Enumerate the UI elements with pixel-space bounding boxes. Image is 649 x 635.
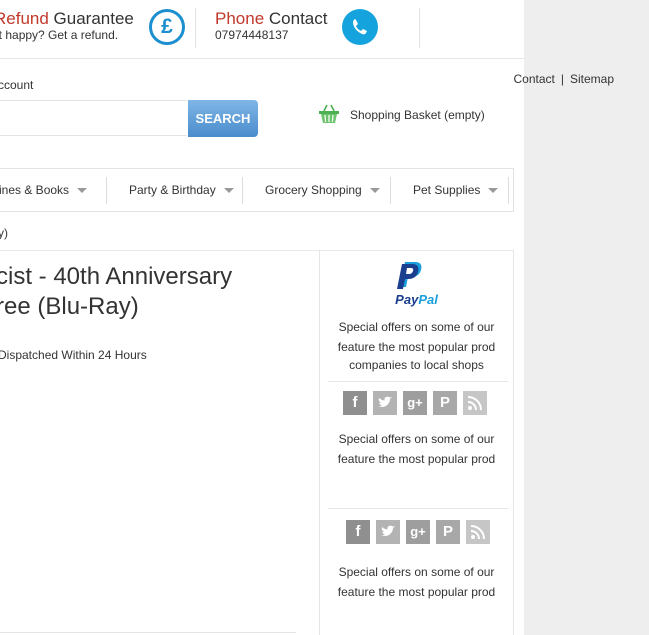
header-divider (195, 8, 196, 48)
sidebar-text-block: Special offers on some of our feature th… (337, 565, 496, 599)
shopping-basket-icon[interactable] (318, 104, 340, 124)
sidebar-text-block: Special offers on some of our feature th… (337, 320, 496, 372)
pinterest-icon[interactable]: P (433, 391, 457, 415)
nav-divider (508, 177, 509, 204)
my-account-link[interactable]: ccount (0, 78, 33, 92)
nav-item-magazines-books[interactable]: zines & Books (0, 169, 88, 211)
nav-divider (106, 177, 107, 204)
sidebar: PayPal Special offers on some of our fea… (319, 250, 514, 635)
contact-link[interactable]: Contact (513, 72, 554, 86)
shopping-basket-link[interactable]: Shopping Basket (empty) (350, 108, 485, 122)
social-icons-row: f g+ P (346, 520, 494, 544)
chevron-down-icon (369, 188, 380, 194)
google-plus-icon[interactable]: g+ (403, 391, 427, 415)
phone-number[interactable]: 07974448137 (215, 28, 288, 42)
facebook-icon[interactable]: f (343, 391, 367, 415)
header-divider (419, 8, 420, 48)
nav-divider (390, 177, 391, 204)
twitter-icon[interactable] (373, 391, 397, 415)
twitter-icon[interactable] (376, 520, 400, 544)
nav-item-party-birthday[interactable]: Party & Birthday (129, 169, 234, 211)
sidebar-divider (328, 508, 508, 509)
top-links: Contact | Sitemap (513, 72, 614, 86)
paypal-logo-icon (396, 260, 426, 294)
search-button[interactable]: SEARCH (188, 100, 258, 137)
phone-contact-title: Phone Contact (215, 9, 328, 28)
product-title: cist - 40th Anniversary ree (Blu-Ray) (0, 263, 233, 320)
pound-icon: £ (149, 9, 185, 45)
dispatch-info: Dispatched Within 24 Hours (0, 348, 147, 362)
nav-divider (242, 177, 243, 204)
paypal-logo-text: PayPal (395, 292, 438, 307)
chevron-down-icon (488, 188, 499, 194)
rss-icon[interactable] (466, 520, 490, 544)
phone-icon (342, 9, 378, 45)
divider (0, 632, 296, 633)
sidebar-divider (328, 381, 508, 382)
link-separator: | (560, 72, 564, 86)
refund-guarantee-subtitle: ot happy? Get a refund. (0, 28, 119, 42)
nav-item-grocery-shopping[interactable]: Grocery Shopping (265, 169, 380, 211)
top-info-bar: Refund Guarantee ot happy? Get a refund.… (0, 0, 524, 59)
refund-guarantee-title[interactable]: Refund Guarantee (0, 9, 134, 29)
social-icons-row: f g+ P (343, 391, 491, 415)
facebook-icon[interactable]: f (346, 520, 370, 544)
page-gutter (524, 0, 649, 635)
category-nav: zines & Books Party & Birthday Grocery S… (0, 168, 514, 212)
rss-icon[interactable] (463, 391, 487, 415)
google-plus-icon[interactable]: g+ (406, 520, 430, 544)
pinterest-icon[interactable]: P (436, 520, 460, 544)
sitemap-link[interactable]: Sitemap (570, 72, 614, 86)
breadcrumb[interactable]: y) (0, 226, 8, 240)
chevron-down-icon (77, 188, 88, 194)
search-input[interactable] (0, 100, 187, 136)
sidebar-text-block: Special offers on some of our feature th… (337, 432, 496, 466)
nav-item-pet-supplies[interactable]: Pet Supplies (413, 169, 499, 211)
chevron-down-icon (223, 188, 234, 194)
